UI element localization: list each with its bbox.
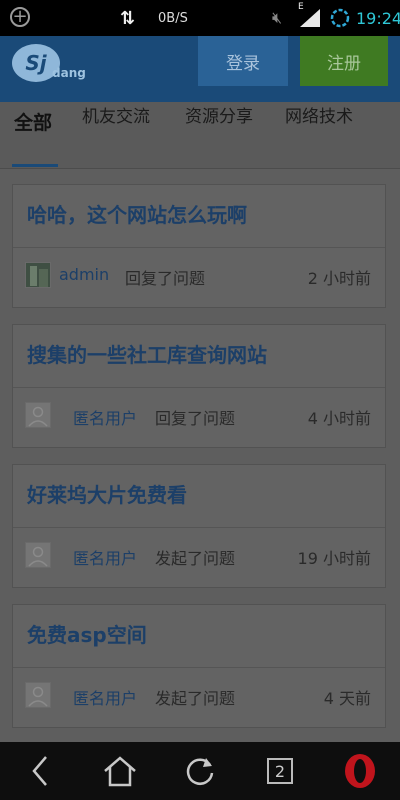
logo-text: dang bbox=[52, 66, 86, 80]
post-action: 发起了问题 bbox=[155, 689, 236, 708]
login-button[interactable]: 登录 bbox=[198, 36, 288, 86]
post-author[interactable]: 匿名用户 bbox=[73, 545, 137, 569]
default-avatar-icon[interactable] bbox=[25, 402, 51, 428]
add-notification-icon: + bbox=[10, 7, 30, 27]
back-button[interactable] bbox=[10, 742, 70, 800]
opera-menu-button[interactable] bbox=[330, 742, 390, 800]
opera-logo-icon bbox=[345, 754, 375, 788]
tabs-button[interactable]: 2 bbox=[250, 742, 310, 800]
default-avatar-icon[interactable] bbox=[25, 542, 51, 568]
register-button[interactable]: 注册 bbox=[300, 36, 388, 86]
signal-icon: E bbox=[298, 0, 322, 36]
divider bbox=[13, 247, 385, 248]
category-tabs: 全部 机友交流 资源分享 网络技术 bbox=[0, 102, 400, 169]
post-time: 2 小时前 bbox=[307, 269, 371, 288]
divider bbox=[13, 387, 385, 388]
post-title[interactable]: 免费asp空间 bbox=[27, 619, 147, 648]
sync-icon bbox=[330, 0, 350, 36]
tab-count-badge: 2 bbox=[267, 758, 293, 784]
clock: 19:24 bbox=[356, 8, 400, 28]
post-title[interactable]: 搜集的一些社工库查询网站 bbox=[27, 339, 267, 368]
browser-navbar: 2 bbox=[0, 742, 400, 800]
home-button[interactable] bbox=[90, 742, 150, 800]
post-time: 19 小时前 bbox=[297, 549, 371, 568]
site-logo[interactable]: Sj dang bbox=[12, 44, 86, 88]
post-card[interactable]: 好莱坞大片免费看 匿名用户 发起了问题 19 小时前 bbox=[12, 464, 386, 588]
post-list: 哈哈，这个网站怎么玩啊 admin 回复了问题 2 小时前 搜集的一些社工库查询… bbox=[12, 184, 388, 744]
post-author[interactable]: 匿名用户 bbox=[73, 405, 137, 429]
tab-all[interactable]: 全部 bbox=[14, 108, 52, 138]
post-card[interactable]: 搜集的一些社工库查询网站 匿名用户 回复了问题 4 小时前 bbox=[12, 324, 386, 448]
active-tab-indicator bbox=[12, 164, 58, 167]
home-icon bbox=[104, 756, 136, 787]
post-action: 回复了问题 bbox=[125, 269, 206, 288]
tab-resource-sharing[interactable]: 资源分享 bbox=[185, 102, 253, 132]
post-action: 发起了问题 bbox=[155, 549, 236, 568]
reload-button[interactable] bbox=[170, 742, 230, 800]
network-speed: 0B/S bbox=[158, 10, 188, 26]
post-card[interactable]: 哈哈，这个网站怎么玩啊 admin 回复了问题 2 小时前 bbox=[12, 184, 386, 308]
user-avatar[interactable] bbox=[25, 262, 51, 288]
post-title[interactable]: 好莱坞大片免费看 bbox=[27, 479, 187, 508]
post-time: 4 小时前 bbox=[307, 409, 371, 428]
post-title[interactable]: 哈哈，这个网站怎么玩啊 bbox=[27, 199, 247, 228]
post-action: 回复了问题 bbox=[155, 409, 236, 428]
chevron-left-icon bbox=[32, 756, 47, 786]
mute-icon: 🔇︎ bbox=[272, 8, 283, 27]
post-time: 4 天前 bbox=[323, 689, 371, 708]
default-avatar-icon[interactable] bbox=[25, 682, 51, 708]
post-card[interactable]: 免费asp空间 匿名用户 发起了问题 4 天前 bbox=[12, 604, 386, 728]
reload-icon bbox=[186, 758, 214, 785]
data-transfer-icon: ⇅ bbox=[120, 7, 136, 29]
post-author[interactable]: 匿名用户 bbox=[73, 685, 137, 709]
tab-network-tech[interactable]: 网络技术 bbox=[285, 102, 353, 132]
tab-user-exchange[interactable]: 机友交流 bbox=[82, 102, 150, 132]
post-author[interactable]: admin bbox=[59, 265, 109, 284]
divider bbox=[13, 527, 385, 528]
signal-type-label: E bbox=[298, 2, 304, 12]
divider bbox=[13, 667, 385, 668]
status-bar: + ⇅ 0B/S 🔇︎ E 19:24 bbox=[0, 0, 400, 36]
